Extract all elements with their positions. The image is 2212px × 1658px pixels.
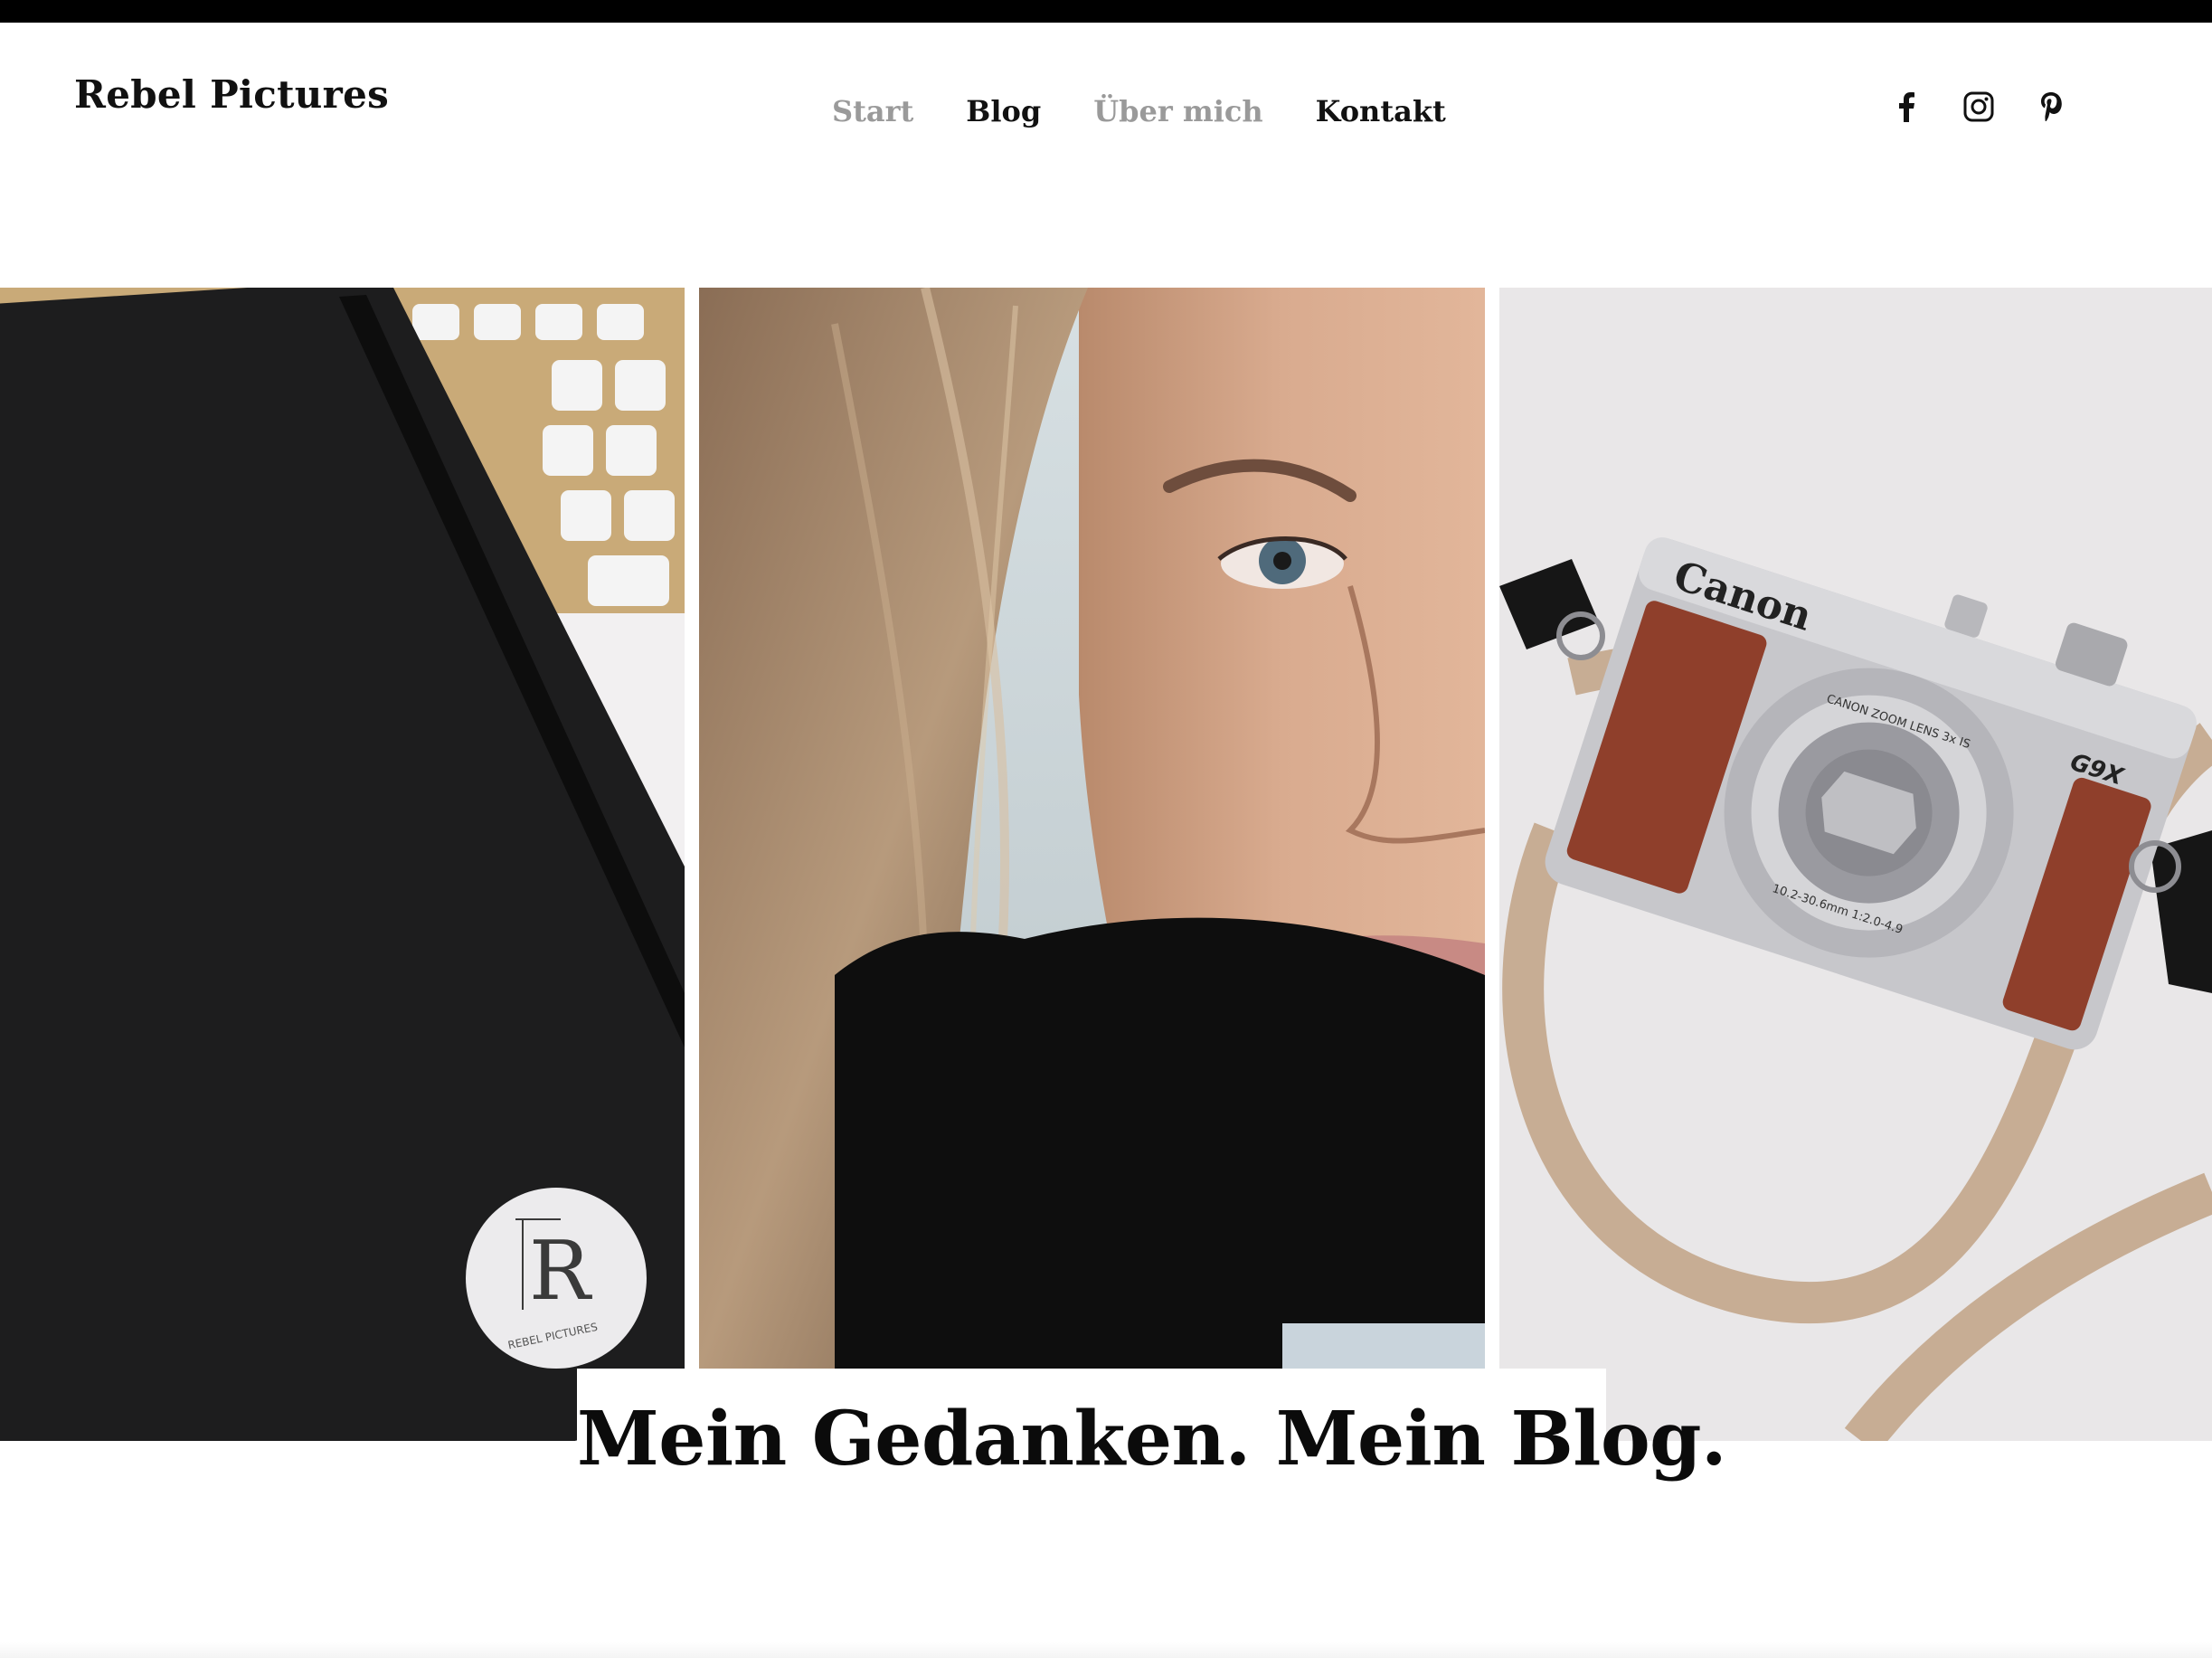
camera-photo: Canon G9X CANON ZOOM LENS 3x IS 10.2-30.… xyxy=(1499,288,2212,1441)
social-links xyxy=(1890,90,2067,123)
nav-item-blog[interactable]: Blog xyxy=(966,94,1041,128)
main-nav: Start Blog Über mich Kontakt xyxy=(832,94,1446,128)
svg-text:R: R xyxy=(529,1224,592,1319)
nav-item-kontakt[interactable]: Kontakt xyxy=(1316,94,1446,128)
top-bar xyxy=(0,0,2212,23)
pinterest-icon[interactable] xyxy=(2035,90,2067,123)
bottom-shade xyxy=(0,1642,2212,1658)
portrait-photo xyxy=(699,288,1485,1369)
hero-tagline: Mein Gedanken. Mein Blog. xyxy=(577,1396,1727,1483)
notebook-photo: R REBEL PICTURES xyxy=(0,288,685,1441)
instagram-icon[interactable] xyxy=(1962,90,1995,123)
site-title[interactable]: Rebel Pictures xyxy=(74,72,389,117)
page: Rebel Pictures Start Blog Über mich Kont… xyxy=(0,0,2212,1658)
facebook-icon[interactable] xyxy=(1890,90,1923,123)
nav-item-start[interactable]: Start xyxy=(832,94,913,128)
tagline-box: Mein Gedanken. Mein Blog. xyxy=(577,1369,1727,1500)
nav-item-ueber-mich[interactable]: Über mich xyxy=(1093,94,1262,128)
